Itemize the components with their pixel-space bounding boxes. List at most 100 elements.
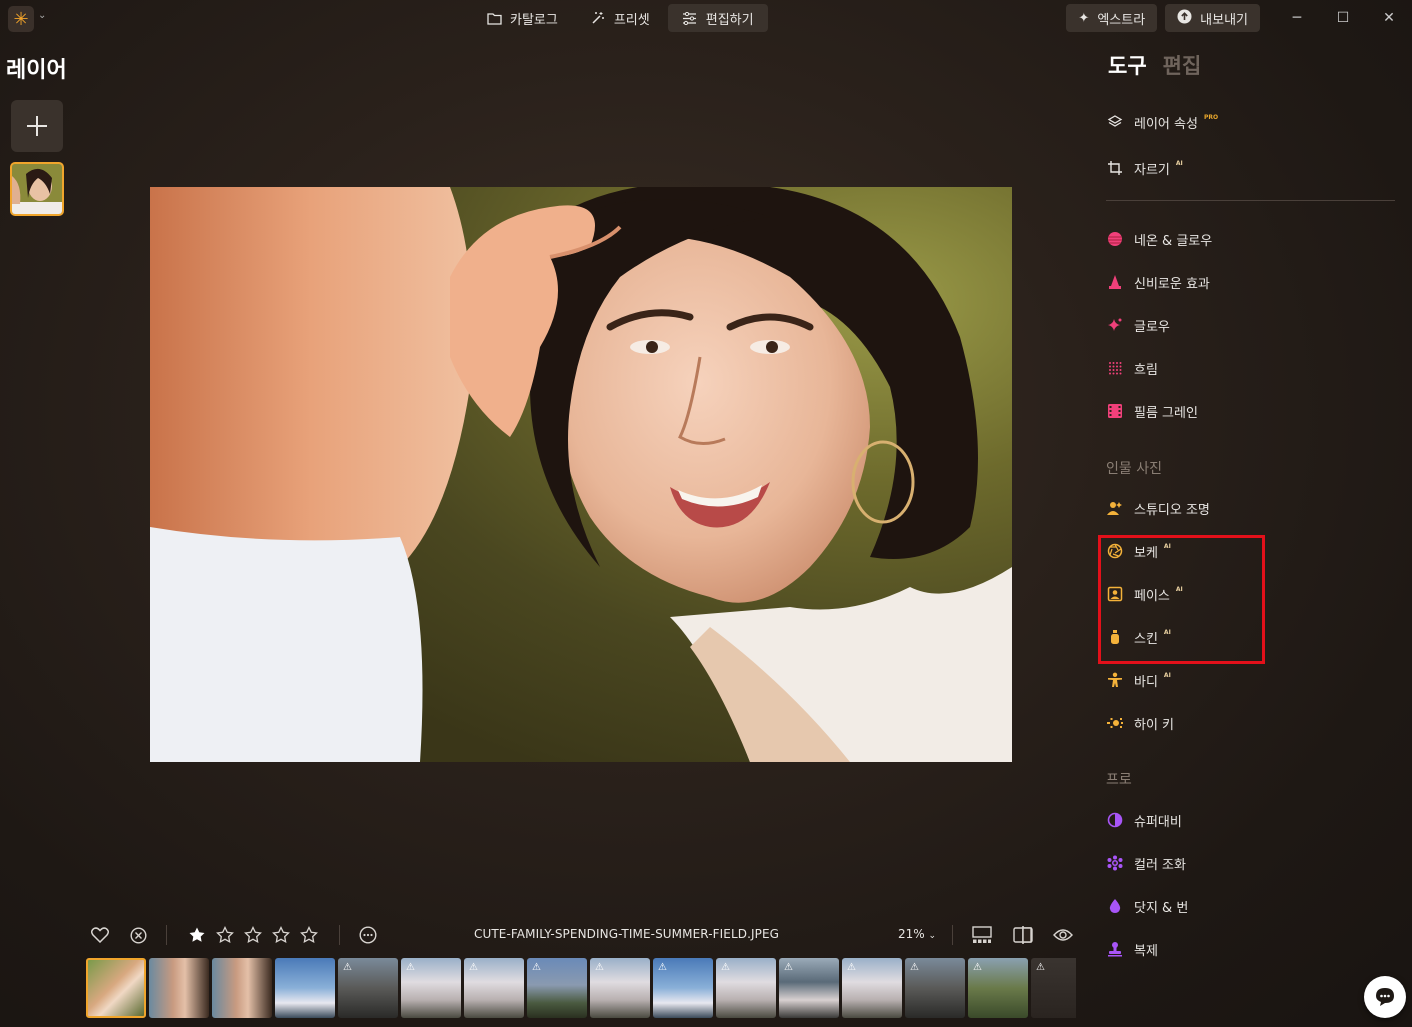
tab-label: 카탈로그 bbox=[510, 12, 558, 28]
filmstrip-thumb[interactable]: ⚠ bbox=[716, 958, 776, 1018]
tab-edit[interactable]: 편집하기 bbox=[667, 4, 768, 32]
top-right-controls: ✦ 엑스트라 내보내기 ─ ☐ ✕ bbox=[1066, 4, 1412, 32]
reject-icon[interactable] bbox=[127, 924, 149, 946]
filmstrip-thumb[interactable]: ⚠ bbox=[590, 958, 650, 1018]
filmstrip-thumb[interactable]: ⚠ bbox=[338, 958, 398, 1018]
ai-badge: AI bbox=[1163, 629, 1171, 636]
tool-label: 슈퍼대비 bbox=[1134, 814, 1182, 830]
tool-blur[interactable]: 흐림 bbox=[1106, 355, 1158, 381]
filmstrip-thumb[interactable]: ⚠ bbox=[779, 958, 839, 1018]
minimize-button[interactable]: ─ bbox=[1274, 4, 1320, 32]
tool-high-key[interactable]: 하이 키 bbox=[1106, 710, 1174, 736]
toolbar-separator bbox=[952, 925, 953, 945]
face-icon bbox=[1106, 585, 1124, 603]
tab-edits[interactable]: 편집 bbox=[1163, 50, 1202, 80]
tool-label: 보케 bbox=[1134, 545, 1158, 561]
tool-color-harmony[interactable]: 컬러 조화 bbox=[1106, 850, 1186, 876]
rating-star-icon[interactable] bbox=[186, 924, 208, 946]
main-photo bbox=[150, 187, 1012, 762]
filmstrip-thumb[interactable] bbox=[212, 958, 272, 1018]
body-icon bbox=[1106, 671, 1124, 689]
warning-icon: ⚠ bbox=[721, 962, 730, 973]
app-logo-icon[interactable]: ✳ bbox=[8, 6, 34, 32]
tool-bokeh[interactable]: 보케 AI bbox=[1106, 538, 1171, 564]
filmstrip-thumb[interactable]: ⚠ bbox=[653, 958, 713, 1018]
tool-clone[interactable]: 복제 bbox=[1106, 936, 1158, 962]
warning-icon: ⚠ bbox=[532, 962, 541, 973]
eye-preview-icon[interactable] bbox=[1052, 924, 1074, 946]
export-button[interactable]: 내보내기 bbox=[1165, 4, 1260, 32]
magic-wand-icon bbox=[590, 10, 606, 26]
extras-button[interactable]: ✦ 엑스트라 bbox=[1066, 4, 1158, 32]
tool-body[interactable]: 바디 AI bbox=[1106, 667, 1171, 693]
warning-icon: ⚠ bbox=[406, 962, 415, 973]
compare-split-icon[interactable] bbox=[1012, 924, 1034, 946]
layer-thumbnail[interactable] bbox=[10, 162, 64, 216]
high-key-icon bbox=[1106, 714, 1124, 732]
rating-star-icon[interactable] bbox=[298, 924, 320, 946]
export-label: 내보내기 bbox=[1200, 12, 1248, 28]
tool-dodge-burn[interactable]: 닷지 & 번 bbox=[1106, 893, 1188, 919]
chevron-down-icon[interactable]: ⌄ bbox=[38, 10, 46, 21]
tab-presets[interactable]: 프리셋 bbox=[576, 4, 664, 32]
upload-circle-icon bbox=[1177, 9, 1192, 28]
tool-crop[interactable]: 자르기 AI bbox=[1106, 155, 1183, 181]
add-layer-button[interactable] bbox=[11, 100, 63, 152]
filmstrip-thumb[interactable]: ⚠ bbox=[968, 958, 1028, 1018]
close-button[interactable]: ✕ bbox=[1366, 4, 1412, 32]
filmstrip-thumb[interactable]: ⚠ bbox=[842, 958, 902, 1018]
tool-face[interactable]: 페이스 AI bbox=[1106, 581, 1183, 607]
ai-badge: AI bbox=[1175, 586, 1183, 593]
panel-divider bbox=[1106, 200, 1395, 201]
toolbar-separator bbox=[166, 925, 167, 945]
tool-studio-light[interactable]: 스튜디오 조명 bbox=[1106, 495, 1210, 521]
tool-label: 컬러 조화 bbox=[1134, 857, 1186, 873]
neon-icon bbox=[1106, 230, 1124, 248]
tool-mystic[interactable]: 신비로운 효과 bbox=[1106, 269, 1210, 295]
filmstrip-thumb[interactable]: ⚠ bbox=[905, 958, 965, 1018]
warning-icon: ⚠ bbox=[1036, 962, 1045, 973]
warning-icon: ⚠ bbox=[910, 962, 919, 973]
filmstrip-thumb[interactable]: ⚠ bbox=[527, 958, 587, 1018]
rating-star-icon[interactable] bbox=[270, 924, 292, 946]
folder-icon bbox=[486, 10, 502, 26]
filmstrip-thumb[interactable] bbox=[149, 958, 209, 1018]
tab-tools[interactable]: 도구 bbox=[1108, 50, 1147, 80]
tab-label: 편집하기 bbox=[705, 12, 754, 28]
color-harmony-icon bbox=[1106, 854, 1124, 872]
extras-label: 엑스트라 bbox=[1097, 12, 1146, 28]
rating-star-icon[interactable] bbox=[214, 924, 236, 946]
chat-support-button[interactable] bbox=[1364, 976, 1406, 1018]
tool-film-grain[interactable]: 필름 그레인 bbox=[1106, 398, 1198, 424]
tool-label: 스튜디오 조명 bbox=[1134, 502, 1210, 518]
chat-bubble-icon bbox=[1376, 988, 1394, 1006]
tool-neon-glow[interactable]: 네온 & 글로우 bbox=[1106, 226, 1212, 252]
warning-icon: ⚠ bbox=[784, 962, 793, 973]
favorite-heart-icon[interactable] bbox=[89, 924, 111, 946]
filmstrip-thumb[interactable]: ⚠ bbox=[401, 958, 461, 1018]
tool-glow[interactable]: 글로우 bbox=[1106, 312, 1170, 338]
maximize-button[interactable]: ☐ bbox=[1320, 4, 1366, 32]
more-options-icon[interactable] bbox=[357, 924, 379, 946]
zoom-dropdown[interactable]: 21% ⌄ bbox=[898, 927, 936, 941]
filmstrip-thumb[interactable] bbox=[86, 958, 146, 1018]
tool-label: 필름 그레인 bbox=[1134, 405, 1198, 421]
rating-star-icon[interactable] bbox=[242, 924, 264, 946]
filmstrip-thumb[interactable] bbox=[275, 958, 335, 1018]
right-panel-tabs: 도구 편집 bbox=[1108, 50, 1201, 80]
ai-badge: AI bbox=[1163, 672, 1171, 679]
tool-layer-properties[interactable]: 레이어 속성 PRO bbox=[1106, 109, 1218, 135]
tool-skin[interactable]: 스킨 AI bbox=[1106, 624, 1171, 650]
filmstrip-toggle-icon[interactable] bbox=[971, 924, 993, 946]
sliders-icon bbox=[682, 10, 698, 26]
filmstrip-thumb[interactable]: ⚠ bbox=[464, 958, 524, 1018]
file-name: CUTE-FAMILY-SPENDING-TIME-SUMMER-FIELD.J… bbox=[474, 927, 780, 941]
sparkle-icon bbox=[1106, 316, 1124, 334]
photo-canvas[interactable] bbox=[150, 187, 1012, 762]
tab-catalog[interactable]: 카탈로그 bbox=[472, 4, 572, 32]
main-tabs: 카탈로그 프리셋 편집하기 bbox=[472, 4, 768, 32]
tool-super-contrast[interactable]: 슈퍼대비 bbox=[1106, 807, 1182, 833]
tool-label: 닷지 & 번 bbox=[1134, 900, 1189, 916]
warning-icon: ⚠ bbox=[595, 962, 604, 973]
filmstrip-thumb[interactable]: ⚠ bbox=[1031, 958, 1076, 1018]
